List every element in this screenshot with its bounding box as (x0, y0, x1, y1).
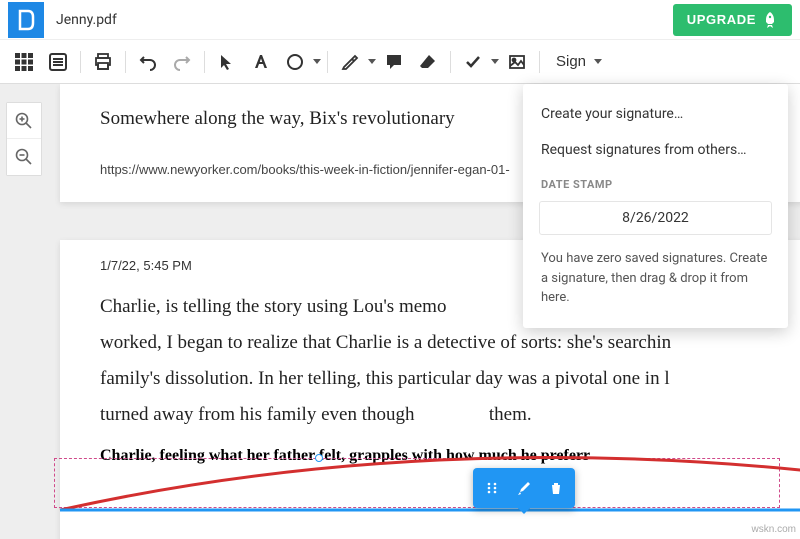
print-icon (94, 53, 112, 71)
annotation-selection[interactable] (54, 458, 780, 508)
style-button[interactable] (509, 474, 539, 502)
zoom-controls (6, 102, 42, 176)
delete-button[interactable] (541, 474, 571, 502)
undo-button[interactable] (132, 46, 164, 78)
redo-button[interactable] (166, 46, 198, 78)
grid-icon (15, 53, 33, 71)
chevron-down-icon (594, 59, 602, 64)
trash-icon (549, 481, 563, 495)
zoom-out-button[interactable] (7, 139, 41, 175)
check-icon (464, 53, 482, 71)
rocket-icon (762, 12, 778, 28)
chevron-down-icon (313, 59, 321, 64)
zoom-in-icon (15, 112, 33, 130)
page2-timestamp: 1/7/22, 5:45 PM (100, 258, 192, 273)
main-toolbar: Sign (0, 40, 800, 84)
zoom-out-icon (15, 148, 33, 166)
annotation-float-toolbar (473, 468, 575, 508)
highlight-tool-group[interactable] (334, 46, 376, 78)
list-icon (49, 53, 67, 71)
cursor-icon (219, 54, 235, 70)
comment-icon (385, 53, 403, 71)
request-signatures-item[interactable]: Request signatures from others… (523, 132, 788, 168)
app-logo (8, 2, 44, 38)
toolbar-separator (204, 51, 205, 73)
check-tool-group[interactable] (457, 46, 499, 78)
upgrade-label: UPGRADE (687, 12, 756, 27)
watermark: wskn.com (752, 524, 796, 535)
highlighter-icon (341, 53, 359, 71)
shape-button[interactable] (279, 46, 311, 78)
toolbar-separator (327, 51, 328, 73)
sign-dropdown: Create your signature… Request signature… (523, 84, 788, 328)
outline-button[interactable] (42, 46, 74, 78)
sign-button[interactable]: Sign (546, 47, 612, 76)
date-stamp-label: DATE STAMP (523, 168, 788, 197)
checkmark-button[interactable] (457, 46, 489, 78)
drag-handle-button[interactable] (477, 474, 507, 502)
resize-handle[interactable] (315, 454, 323, 462)
shape-tool-group[interactable] (279, 46, 321, 78)
chevron-down-icon (491, 59, 499, 64)
sign-label: Sign (556, 53, 586, 70)
select-button[interactable] (211, 46, 243, 78)
signatures-empty-note: You have zero saved signatures. Create a… (523, 245, 788, 316)
filename-label: Jenny.pdf (56, 12, 117, 28)
toolbar-separator (80, 51, 81, 73)
highlight-button[interactable] (334, 46, 366, 78)
body-line: worked, I began to realize that Charlie … (100, 332, 671, 353)
text-icon (252, 53, 270, 71)
chevron-down-icon (368, 59, 376, 64)
toolbar-separator (539, 51, 540, 73)
create-signature-item[interactable]: Create your signature… (523, 96, 788, 132)
body-line: them. (489, 404, 532, 425)
zoom-in-button[interactable] (7, 103, 41, 139)
circle-icon (286, 53, 304, 71)
thumbnails-button[interactable] (8, 46, 40, 78)
body-line: family's dissolution. In her telling, th… (100, 368, 670, 389)
brush-icon (516, 480, 532, 496)
image-icon (508, 53, 526, 71)
title-bar: Jenny.pdf UPGRADE (0, 0, 800, 40)
redo-icon (173, 53, 191, 71)
body-line: turned away from his family even though (100, 404, 414, 425)
comment-button[interactable] (378, 46, 410, 78)
erase-button[interactable] (412, 46, 444, 78)
toolbar-separator (450, 51, 451, 73)
toolbar-separator (125, 51, 126, 73)
date-stamp-value[interactable]: 8/26/2022 (539, 201, 772, 235)
undo-icon (139, 53, 157, 71)
body-line: Charlie, is telling the story using Lou'… (100, 296, 446, 317)
text-button[interactable] (245, 46, 277, 78)
image-button[interactable] (501, 46, 533, 78)
eraser-icon (419, 53, 437, 71)
drag-icon (485, 481, 499, 495)
upgrade-button[interactable]: UPGRADE (673, 4, 792, 36)
print-button[interactable] (87, 46, 119, 78)
